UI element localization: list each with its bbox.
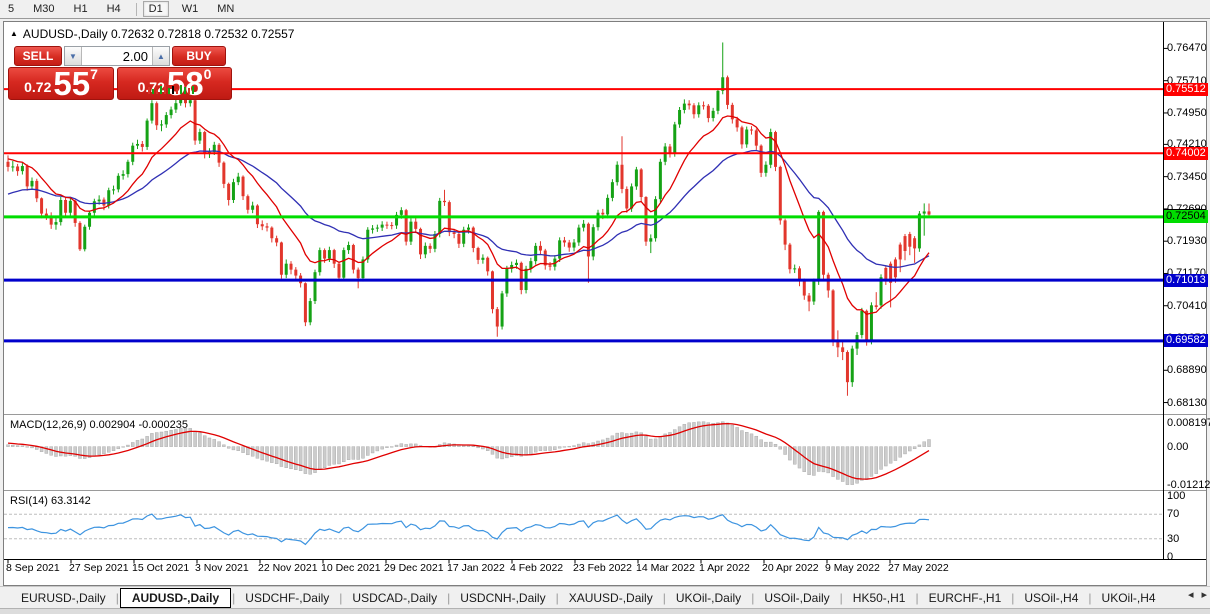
price-tick-label: 0.68130 bbox=[1167, 397, 1207, 409]
buy-button[interactable]: BUY bbox=[172, 46, 226, 66]
volume-decrease-icon[interactable]: ▼ bbox=[65, 47, 82, 65]
sell-price-big: 55 bbox=[53, 64, 91, 102]
rsi-axis-label: 0 bbox=[1167, 551, 1174, 563]
sell-price-box[interactable]: 0.72 55 7 bbox=[8, 64, 114, 102]
date-label: 23 Feb 2022 bbox=[573, 562, 632, 574]
date-label: 27 Sep 2021 bbox=[69, 562, 129, 574]
rsi-value: 63.3142 bbox=[50, 495, 91, 507]
level-badge-0.72504: 0.72504 bbox=[1164, 210, 1208, 223]
volume-input[interactable] bbox=[82, 47, 152, 65]
tick-bar bbox=[192, 86, 194, 94]
price-tick-label: 0.74950 bbox=[1167, 107, 1207, 119]
rsi-axis-label: 70 bbox=[1167, 508, 1180, 520]
macd-axis-label: 0.008197 bbox=[1167, 417, 1210, 429]
tick-bar bbox=[172, 86, 174, 94]
date-label: 9 May 2022 bbox=[825, 562, 880, 574]
level-badge-0.71013: 0.71013 bbox=[1164, 274, 1208, 287]
date-label: 8 Sep 2021 bbox=[6, 562, 60, 574]
tick-bar bbox=[188, 88, 190, 94]
date-label: 22 Nov 2021 bbox=[258, 562, 318, 574]
tab-scroll-left-icon[interactable]: ◂ bbox=[1188, 588, 1194, 601]
price-tick-label: 0.73450 bbox=[1167, 171, 1207, 183]
sell-price-prefix: 0.72 bbox=[24, 79, 52, 95]
date-label: 27 May 2022 bbox=[888, 562, 949, 574]
tick-bar bbox=[180, 85, 182, 94]
ohlc-values: 0.72632 0.72818 0.72532 0.72557 bbox=[110, 27, 295, 41]
date-label: 17 Jan 2022 bbox=[447, 562, 505, 574]
price-tick-label: 0.76470 bbox=[1167, 42, 1207, 54]
level-badge-0.74002: 0.74002 bbox=[1164, 147, 1208, 160]
tick-bar bbox=[168, 88, 170, 94]
macd-axis-label: 0.00 bbox=[1167, 441, 1189, 453]
tab-scroll-nav: ◂ ▸ bbox=[1188, 588, 1207, 601]
date-label: 29 Dec 2021 bbox=[384, 562, 444, 574]
date-label: 20 Apr 2022 bbox=[762, 562, 819, 574]
volume-increase-icon[interactable]: ▲ bbox=[152, 47, 169, 65]
level-badge-0.69582: 0.69582 bbox=[1164, 334, 1208, 347]
collapse-triangle-icon[interactable]: ▲ bbox=[10, 29, 18, 38]
volume-spinner: ▼ ▲ bbox=[64, 46, 170, 66]
tick-chart-decoration bbox=[148, 82, 196, 94]
date-label: 4 Feb 2022 bbox=[510, 562, 564, 574]
date-label: 14 Mar 2022 bbox=[636, 562, 695, 574]
one-click-trade-panel: SELL ▼ ▲ BUY 0.72 55 7 0.72 58 0 bbox=[8, 44, 234, 116]
trade-controls-row: SELL ▼ ▲ BUY bbox=[14, 46, 226, 66]
chart-title: ▲ AUDUSD-,Daily 0.72632 0.72818 0.72532 0… bbox=[10, 27, 294, 41]
sell-price-pip: 7 bbox=[90, 66, 98, 82]
tick-bar bbox=[160, 86, 162, 94]
price-tick-label: 0.68890 bbox=[1167, 364, 1207, 376]
rsi-label: RSI(14) 63.3142 bbox=[10, 495, 91, 507]
price-tick-label: 0.71930 bbox=[1167, 235, 1207, 247]
rsi-axis-label: 100 bbox=[1167, 490, 1186, 502]
tick-bar bbox=[156, 90, 158, 94]
trading-terminal: 5 M30 H1 H4 D1 W1 MN ▲ AUDUSD-,Daily 0.72632 0.… bbox=[0, 0, 1210, 614]
tick-bar bbox=[152, 89, 154, 94]
date-label: 10 Dec 2021 bbox=[321, 562, 381, 574]
tick-bar bbox=[164, 85, 166, 94]
tick-bar bbox=[176, 89, 178, 94]
symbol-label: AUDUSD-,Daily bbox=[22, 27, 108, 41]
date-label: 1 Apr 2022 bbox=[699, 562, 750, 574]
sell-button[interactable]: SELL bbox=[14, 46, 62, 66]
macd-main-value: 0.002904 bbox=[89, 419, 136, 431]
date-label: 15 Oct 2021 bbox=[132, 562, 190, 574]
date-label: 3 Nov 2021 bbox=[195, 562, 249, 574]
macd-signal-value: -0.000235 bbox=[138, 419, 188, 431]
macd-label: MACD(12,26,9) 0.002904 -0.000235 bbox=[10, 419, 188, 431]
price-tick-label: 0.70410 bbox=[1167, 300, 1207, 312]
level-badge-0.75512: 0.75512 bbox=[1164, 83, 1208, 96]
buy-price-pip: 0 bbox=[203, 66, 212, 82]
tick-bar bbox=[148, 87, 150, 94]
rsi-axis-label: 30 bbox=[1167, 533, 1180, 545]
tick-bar bbox=[184, 87, 186, 94]
tab-scroll-right-icon[interactable]: ▸ bbox=[1201, 588, 1207, 601]
